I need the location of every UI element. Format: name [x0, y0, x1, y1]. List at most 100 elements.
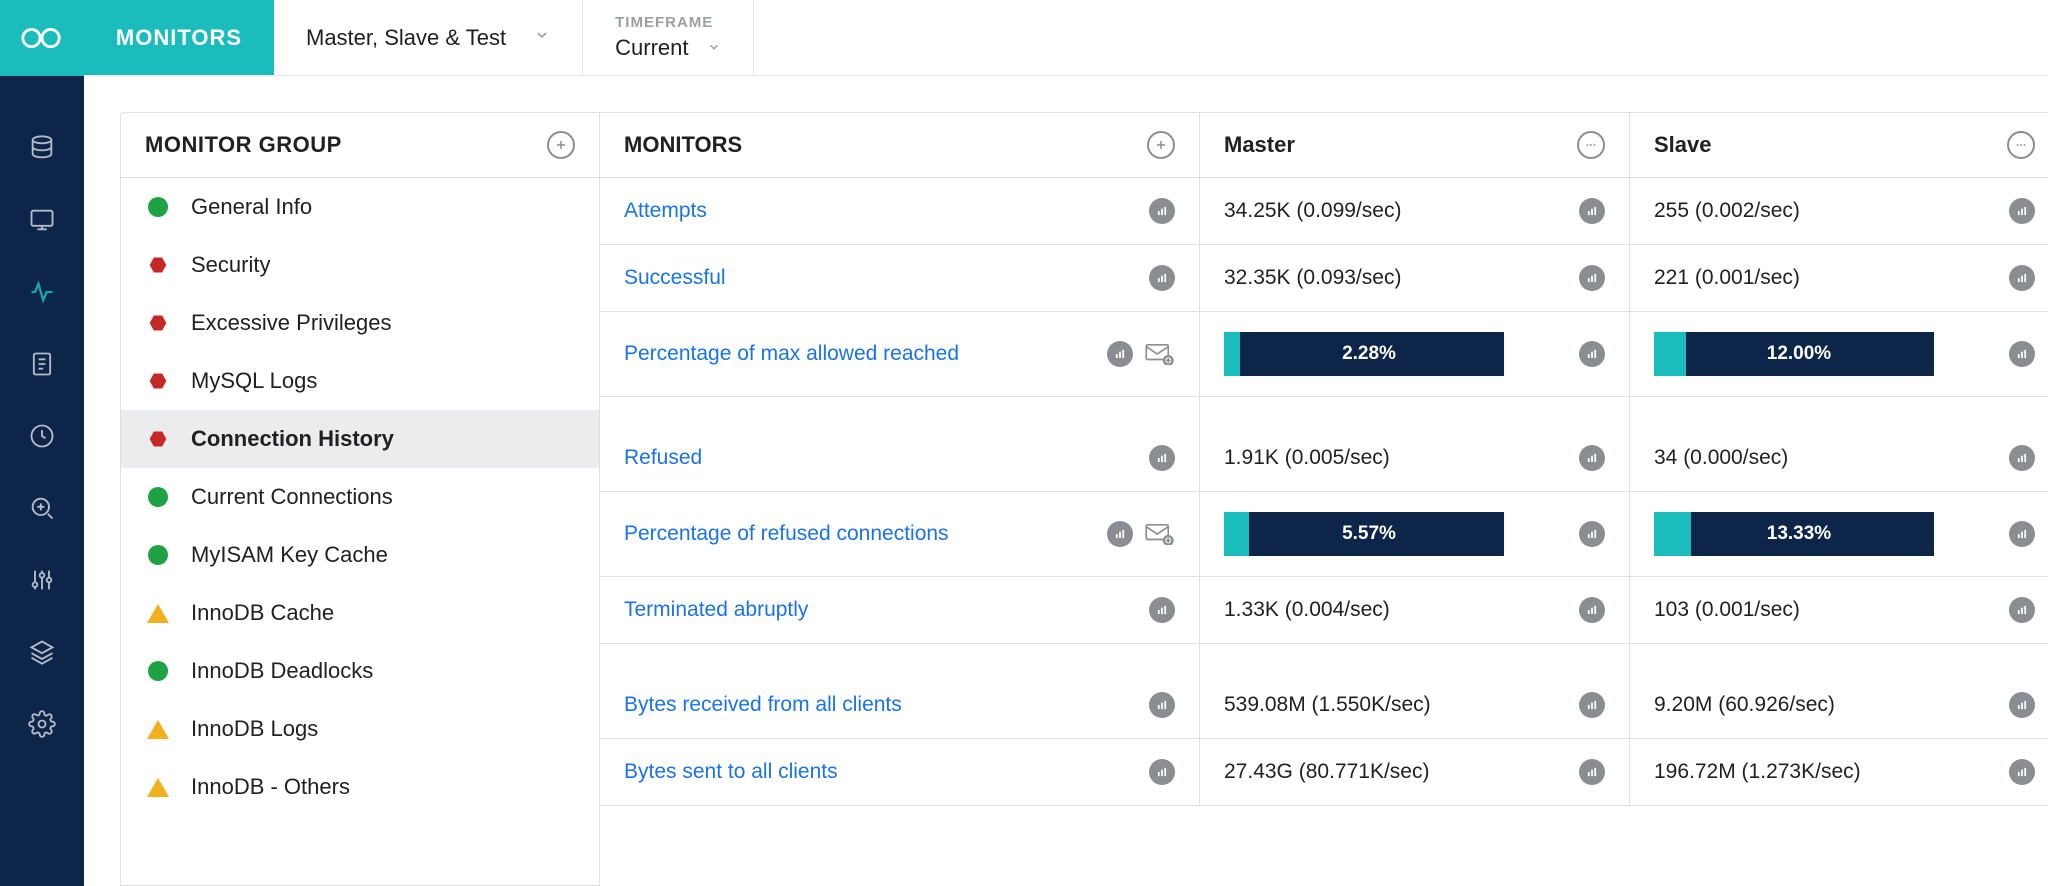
monitor-group-label: MyISAM Key Cache: [191, 542, 388, 568]
metric-value: 221 (0.001/sec): [1654, 266, 1800, 290]
monitor-group-label: Excessive Privileges: [191, 310, 392, 336]
monitor-group-item[interactable]: Current Connections: [121, 468, 599, 526]
master-column-header: Master: [1224, 132, 1295, 158]
chart-icon[interactable]: [1579, 597, 1605, 623]
progress-bar: 13.33%: [1654, 512, 1934, 556]
chart-icon[interactable]: [2009, 692, 2035, 718]
monitor-group-label: InnoDB Logs: [191, 716, 318, 742]
chart-icon[interactable]: [1579, 198, 1605, 224]
status-icon: [147, 660, 169, 682]
metric-value: 103 (0.001/sec): [1654, 598, 1800, 622]
chevron-down-icon: [534, 27, 550, 48]
app-logo[interactable]: [0, 0, 84, 76]
monitor-name-link[interactable]: Percentage of max allowed reached: [624, 342, 959, 366]
monitor-group-item[interactable]: Security: [121, 236, 599, 294]
monitor-group-item[interactable]: InnoDB Cache: [121, 584, 599, 642]
status-icon: [147, 196, 169, 218]
monitor-group-item[interactable]: InnoDB Logs: [121, 700, 599, 758]
monitor-group-title: MONITOR GROUP: [145, 132, 342, 158]
metric-value: 196.72M (1.273K/sec): [1654, 760, 1861, 784]
monitor-group-label: InnoDB - Others: [191, 774, 350, 800]
chart-icon[interactable]: [1107, 341, 1133, 367]
monitor-group-item[interactable]: General Info: [121, 178, 599, 236]
chart-icon[interactable]: [1149, 198, 1175, 224]
monitor-group-label: MySQL Logs: [191, 368, 317, 394]
monitor-name-link[interactable]: Attempts: [624, 199, 707, 223]
chart-icon[interactable]: [1579, 265, 1605, 291]
reports-icon[interactable]: [0, 328, 84, 400]
chart-icon[interactable]: [1579, 521, 1605, 547]
chart-icon[interactable]: [2009, 521, 2035, 547]
progress-bar: 5.57%: [1224, 512, 1504, 556]
server-selector[interactable]: Master, Slave & Test: [274, 0, 583, 75]
monitor-group-item[interactable]: MyISAM Key Cache: [121, 526, 599, 584]
monitor-group-panel: MONITOR GROUP General Info Security Excess…: [120, 112, 600, 886]
metric-value: 9.20M (60.926/sec): [1654, 693, 1835, 717]
dashboards-icon[interactable]: [0, 184, 84, 256]
status-icon: [147, 544, 169, 566]
monitors-icon[interactable]: [0, 256, 84, 328]
mail-alert-icon[interactable]: [1145, 523, 1175, 545]
mail-alert-icon[interactable]: [1145, 343, 1175, 365]
chart-icon[interactable]: [2009, 597, 2035, 623]
chart-icon[interactable]: [2009, 198, 2035, 224]
monitor-group-item[interactable]: Connection History: [121, 410, 599, 468]
monitor-name-link[interactable]: Refused: [624, 446, 702, 470]
monitor-name-link[interactable]: Successful: [624, 266, 726, 290]
search-icon[interactable]: [0, 472, 84, 544]
slave-column-menu[interactable]: [2007, 131, 2035, 159]
status-icon: [147, 602, 169, 624]
monitor-name-link[interactable]: Bytes sent to all clients: [624, 760, 838, 784]
chart-icon[interactable]: [1149, 692, 1175, 718]
status-icon: [147, 718, 169, 740]
add-monitor-button[interactable]: [1147, 131, 1175, 159]
monitor-group-item[interactable]: InnoDB Deadlocks: [121, 642, 599, 700]
monitor-name-link[interactable]: Terminated abruptly: [624, 598, 808, 622]
timeframe-value: Current: [615, 35, 688, 61]
monitor-group-label: InnoDB Cache: [191, 600, 334, 626]
history-icon[interactable]: [0, 400, 84, 472]
monitor-name-link[interactable]: Bytes received from all clients: [624, 693, 902, 717]
chart-icon[interactable]: [1107, 521, 1133, 547]
metric-value: 1.33K (0.004/sec): [1224, 598, 1390, 622]
chart-icon[interactable]: [1149, 265, 1175, 291]
chevron-down-icon: [707, 38, 721, 59]
sliders-icon[interactable]: [0, 544, 84, 616]
master-column-menu[interactable]: [1577, 131, 1605, 159]
databases-icon[interactable]: [0, 112, 84, 184]
monitor-group-label: Security: [191, 252, 270, 278]
topbar: MONITORS Master, Slave & Test TIMEFRAME …: [84, 0, 2048, 76]
metric-value: 34.25K (0.099/sec): [1224, 199, 1401, 223]
timeframe-caption: TIMEFRAME: [615, 14, 713, 31]
add-monitor-group-button[interactable]: [547, 131, 575, 159]
metric-value: 1.91K (0.005/sec): [1224, 446, 1390, 470]
monitors-table: MONITORS Master Slave Attempts34.25K (0.…: [600, 112, 2048, 886]
monitor-group-label: General Info: [191, 194, 312, 220]
progress-bar: 2.28%: [1224, 332, 1504, 376]
monitor-name-link[interactable]: Percentage of refused connections: [624, 522, 949, 546]
chart-icon[interactable]: [1149, 445, 1175, 471]
monitor-group-item[interactable]: Excessive Privileges: [121, 294, 599, 352]
timeframe-selector[interactable]: TIMEFRAME Current: [583, 0, 753, 75]
settings-icon[interactable]: [0, 688, 84, 760]
monitor-group-item[interactable]: InnoDB - Others: [121, 758, 599, 816]
chart-icon[interactable]: [2009, 265, 2035, 291]
chart-icon[interactable]: [1149, 759, 1175, 785]
chart-icon[interactable]: [1149, 597, 1175, 623]
metric-value: 539.08M (1.550K/sec): [1224, 693, 1431, 717]
chart-icon[interactable]: [1579, 341, 1605, 367]
metric-value: 255 (0.002/sec): [1654, 199, 1800, 223]
chart-icon[interactable]: [1579, 692, 1605, 718]
metric-value: 34 (0.000/sec): [1654, 446, 1788, 470]
monitor-group-label: InnoDB Deadlocks: [191, 658, 373, 684]
status-icon: [147, 312, 169, 334]
chart-icon[interactable]: [1579, 445, 1605, 471]
chart-icon[interactable]: [2009, 341, 2035, 367]
status-icon: [147, 428, 169, 450]
chart-icon[interactable]: [2009, 445, 2035, 471]
chart-icon[interactable]: [1579, 759, 1605, 785]
layers-icon[interactable]: [0, 616, 84, 688]
monitor-group-item[interactable]: MySQL Logs: [121, 352, 599, 410]
status-icon: [147, 486, 169, 508]
chart-icon[interactable]: [2009, 759, 2035, 785]
